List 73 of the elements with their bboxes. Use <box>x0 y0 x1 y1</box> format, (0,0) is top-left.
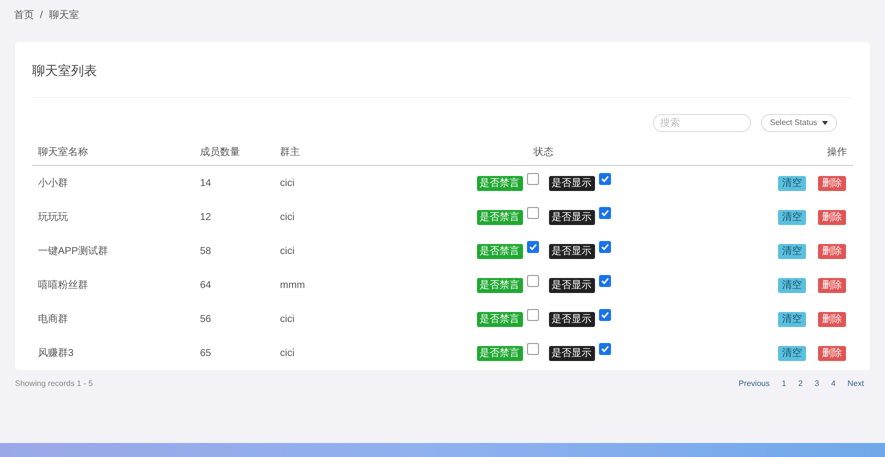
pagination-link[interactable]: Next <box>846 378 866 390</box>
mute-label: 是否禁言 <box>476 346 522 360</box>
pagination-link[interactable]: Previous <box>736 378 772 390</box>
caret-icon <box>822 121 828 125</box>
clear-button[interactable]: 清空 <box>778 312 806 326</box>
show-label: 是否显示 <box>548 346 594 360</box>
status-select[interactable]: Select Status <box>761 114 837 132</box>
show-label: 是否显示 <box>548 312 594 326</box>
column-header: 群主 <box>280 146 301 160</box>
checkbox[interactable] <box>598 241 610 253</box>
show-label: 是否显示 <box>548 176 594 190</box>
table-cell-text: 小小群 <box>38 176 69 190</box>
clear-button[interactable]: 清空 <box>778 210 806 224</box>
checkbox[interactable] <box>526 207 538 219</box>
delete-button[interactable]: 删除 <box>818 346 846 360</box>
mute-label: 是否禁言 <box>476 176 522 190</box>
breadcrumb-item: 聊天室 <box>48 8 79 22</box>
delete-button[interactable]: 删除 <box>818 210 846 224</box>
checkbox[interactable] <box>598 173 610 185</box>
mute-label: 是否禁言 <box>476 312 522 326</box>
checkbox[interactable] <box>526 241 538 253</box>
breadcrumb-item[interactable]: 首页 <box>14 8 34 22</box>
column-header: 操作 <box>826 146 847 160</box>
checkbox[interactable] <box>526 275 538 287</box>
table-cell-text: mmm <box>280 278 306 292</box>
table-cell-text: 嘻嘻粉丝群 <box>38 278 89 292</box>
table-cell-text: 电商群 <box>38 312 69 326</box>
checkbox[interactable] <box>598 309 610 321</box>
table-cell-text: 56 <box>200 312 212 326</box>
breadcrumb-separator: / <box>40 8 43 22</box>
column-header: 状态 <box>532 146 554 160</box>
checkbox[interactable] <box>526 343 538 355</box>
column-header: 成员数量 <box>200 146 241 160</box>
table-cell-text: 58 <box>200 244 212 258</box>
table-cell-text: 一键APP测试群 <box>38 244 110 258</box>
mute-label: 是否禁言 <box>476 244 522 258</box>
checkbox[interactable] <box>526 173 538 185</box>
table-cell-text: cici <box>280 312 296 326</box>
pagination-link[interactable]: 2 <box>796 378 805 390</box>
table-cell-text: cici <box>280 176 296 190</box>
mute-label: 是否禁言 <box>476 278 522 292</box>
table-cell-text: 风赚群3 <box>38 346 75 360</box>
delete-button[interactable]: 删除 <box>818 176 846 190</box>
table-cell-text: 64 <box>200 278 212 292</box>
show-label: 是否显示 <box>548 278 594 292</box>
mute-label: 是否禁言 <box>476 210 522 224</box>
table-cell-text: 65 <box>200 346 212 360</box>
show-label: 是否显示 <box>548 210 594 224</box>
clear-button[interactable]: 清空 <box>778 346 806 360</box>
pagination-link[interactable]: 4 <box>829 378 838 390</box>
table-cell-text: cici <box>280 346 296 360</box>
table-cell-text: 玩玩玩 <box>38 210 69 224</box>
card-title: 聊天室列表 <box>32 63 97 78</box>
delete-button[interactable]: 删除 <box>818 244 846 258</box>
search-field[interactable]: 搜索 <box>653 114 751 132</box>
pagination-link[interactable]: 1 <box>780 378 788 390</box>
column-header: 聊天室名称 <box>38 146 89 160</box>
table-cell-text: 14 <box>200 176 212 190</box>
checkbox[interactable] <box>526 309 538 321</box>
table-cell-text: cici <box>280 210 296 224</box>
clear-button[interactable]: 清空 <box>778 244 806 258</box>
table-cell-text: cici <box>280 244 296 258</box>
checkbox[interactable] <box>598 275 610 287</box>
show-label: 是否显示 <box>548 244 594 258</box>
table-cell-text: 12 <box>200 210 212 224</box>
clear-button[interactable]: 清空 <box>778 278 806 292</box>
checkbox[interactable] <box>598 343 610 355</box>
checkbox[interactable] <box>598 207 610 219</box>
records-count: Showing records 1 - 5 <box>15 378 93 390</box>
clear-button[interactable]: 清空 <box>778 176 806 190</box>
delete-button[interactable]: 删除 <box>818 278 846 292</box>
pagination-link[interactable]: 3 <box>812 378 822 390</box>
delete-button[interactable]: 删除 <box>818 312 846 326</box>
